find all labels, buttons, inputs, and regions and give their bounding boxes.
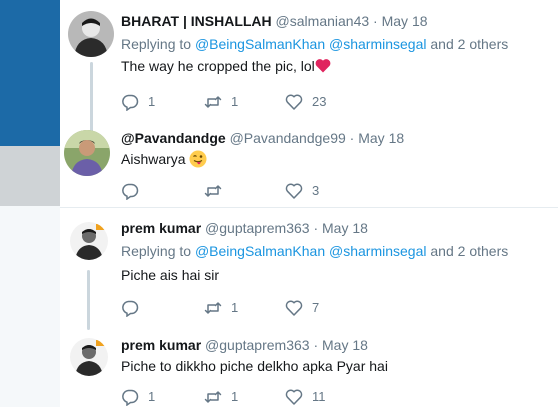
retweet-button[interactable]: 1 — [204, 387, 238, 407]
tweet-header: prem kumar @guptaprem363 · May 18 — [121, 336, 552, 354]
retweet-icon — [204, 182, 222, 200]
background-page-strip — [0, 0, 60, 407]
reply-button[interactable]: 1 — [121, 387, 155, 407]
tweet-text: Piche to dikkho piche delkho apka Pyar h… — [121, 357, 552, 375]
display-name[interactable]: @Pavandandge — [121, 130, 226, 146]
user-handle[interactable]: @guptaprem363 — [205, 220, 310, 236]
replying-to-label: Replying to — [121, 36, 192, 52]
separator-dot: · — [313, 337, 319, 353]
tweet-text-content: Piche to dikkho piche delkho apka Pyar h… — [121, 358, 388, 374]
retweet-count: 1 — [231, 300, 239, 315]
tweet[interactable]: prem kumar @guptaprem363 · May 18 Piche … — [60, 320, 558, 407]
avatar[interactable] — [68, 11, 114, 57]
reply-button[interactable] — [121, 181, 148, 201]
others-link[interactable]: and 2 others — [430, 243, 508, 259]
background-gray-band — [0, 146, 60, 206]
like-icon — [285, 299, 303, 317]
like-button[interactable]: 7 — [285, 298, 319, 318]
user-handle[interactable]: @Pavandandge99 — [230, 130, 346, 146]
reply-icon — [121, 182, 139, 200]
like-count: 3 — [312, 183, 320, 198]
tweet-header: prem kumar @guptaprem363 · May 18 — [121, 219, 552, 237]
tweet-replies-panel: BHARAT | INSHALLAH @salmanian43 · May 18… — [60, 0, 558, 407]
like-count: 11 — [312, 389, 326, 404]
user-handle[interactable]: @salmanian43 — [276, 13, 370, 29]
mention-link[interactable]: @sharminsegal — [329, 243, 426, 259]
others-link[interactable]: and 2 others — [430, 36, 508, 52]
background-header-band — [0, 0, 60, 146]
tweet[interactable]: @Pavandandge @Pavandandge99 · May 18 Ais… — [60, 120, 558, 207]
retweet-icon — [204, 93, 222, 111]
tweet-text-content: The way he cropped the pic, lol — [121, 58, 315, 74]
display-name[interactable]: prem kumar — [121, 337, 201, 353]
timestamp[interactable]: May 18 — [322, 220, 368, 236]
tweet[interactable]: BHARAT | INSHALLAH @salmanian43 · May 18… — [60, 0, 558, 134]
mention-link[interactable]: @BeingSalmanKhan — [195, 36, 325, 52]
timestamp[interactable]: May 18 — [322, 337, 368, 353]
tweet-text: Piche ais hai sir — [121, 266, 552, 284]
reply-icon — [121, 93, 139, 111]
reply-icon — [121, 388, 139, 406]
user-handle[interactable]: @guptaprem363 — [205, 337, 310, 353]
like-icon — [285, 93, 303, 111]
separator-dot: · — [349, 130, 355, 146]
like-icon — [285, 388, 303, 406]
replying-to: Replying to @BeingSalmanKhan @sharminseg… — [121, 242, 552, 260]
replying-to: Replying to @BeingSalmanKhan @sharminseg… — [121, 35, 552, 53]
reply-button[interactable] — [121, 298, 148, 318]
like-count: 23 — [312, 94, 327, 109]
tweet-header: BHARAT | INSHALLAH @salmanian43 · May 18 — [121, 12, 552, 30]
retweet-icon — [204, 299, 222, 317]
mention-link[interactable]: @sharminsegal — [329, 36, 426, 52]
like-button[interactable]: 11 — [285, 387, 326, 407]
like-button[interactable]: 23 — [285, 92, 326, 112]
reply-button[interactable]: 1 — [121, 92, 155, 112]
winking-face-with-tongue-icon — [189, 150, 207, 172]
retweet-count: 1 — [231, 389, 239, 404]
heart-emoji-icon — [315, 58, 331, 77]
mention-link[interactable]: @BeingSalmanKhan — [195, 243, 325, 259]
retweet-count: 1 — [231, 94, 239, 109]
avatar[interactable] — [70, 222, 108, 260]
retweet-button[interactable]: 1 — [204, 92, 238, 112]
background-light-band — [0, 206, 60, 407]
tweet-text-content: Aishwarya — [121, 151, 186, 167]
tweet[interactable]: prem kumar @guptaprem363 · May 18 Replyi… — [60, 208, 558, 330]
tweet-text: Aishwarya — [121, 150, 552, 172]
avatar[interactable] — [70, 338, 108, 376]
reply-count: 1 — [148, 389, 156, 404]
tweet-text-content: Piche ais hai sir — [121, 267, 220, 283]
reply-count: 1 — [148, 94, 156, 109]
separator-dot: · — [373, 13, 378, 29]
reply-icon — [121, 299, 139, 317]
tweet-header: @Pavandandge @Pavandandge99 · May 18 — [121, 129, 552, 147]
separator-dot: · — [313, 220, 319, 236]
like-button[interactable]: 3 — [285, 181, 319, 201]
tweet-text: The way he cropped the pic, lol — [121, 57, 552, 77]
retweet-icon — [204, 388, 222, 406]
timestamp[interactable]: May 18 — [358, 130, 404, 146]
like-icon — [285, 182, 303, 200]
display-name[interactable]: BHARAT | INSHALLAH — [121, 13, 272, 29]
avatar[interactable] — [64, 130, 110, 176]
timestamp[interactable]: May 18 — [382, 13, 428, 29]
display-name[interactable]: prem kumar — [121, 220, 201, 236]
retweet-button[interactable]: 1 — [204, 298, 238, 318]
like-count: 7 — [312, 300, 320, 315]
retweet-button[interactable] — [204, 181, 231, 201]
replying-to-label: Replying to — [121, 243, 192, 259]
